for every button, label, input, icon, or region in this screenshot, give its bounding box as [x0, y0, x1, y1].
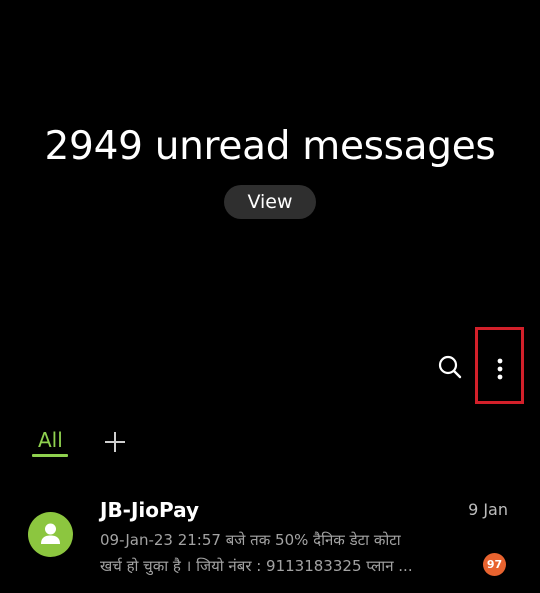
conversation-sender: JB-JioPay [100, 498, 200, 522]
search-button[interactable] [434, 351, 466, 383]
tab-all[interactable]: All [32, 426, 70, 458]
more-options-button[interactable] [475, 327, 524, 404]
search-icon [434, 351, 466, 383]
more-options-icon [497, 358, 503, 380]
preview-line-2: खर्च हो चुका है । जियो नंबर : 9113183325… [100, 557, 413, 575]
view-unread-button[interactable]: View [224, 185, 316, 219]
conversation-row[interactable]: JB-JioPay 9 Jan 09-Jan-23 21:57 बजे तक 5… [0, 490, 540, 593]
add-category-button[interactable] [103, 430, 127, 454]
plus-icon [103, 430, 127, 454]
unread-count-title: 2949 unread messages [44, 124, 496, 169]
avatar[interactable] [28, 512, 73, 557]
tab-selected-indicator [32, 454, 68, 457]
conversation-date: 9 Jan [468, 500, 508, 519]
conversation-preview: 09-Jan-23 21:57 बजे तक 50% दैनिक डेटा को… [100, 527, 472, 579]
unread-badge: 97 [483, 553, 506, 576]
tab-all-label: All [38, 428, 63, 452]
preview-line-1: 09-Jan-23 21:57 बजे तक 50% दैनिक डेटा को… [100, 531, 401, 549]
